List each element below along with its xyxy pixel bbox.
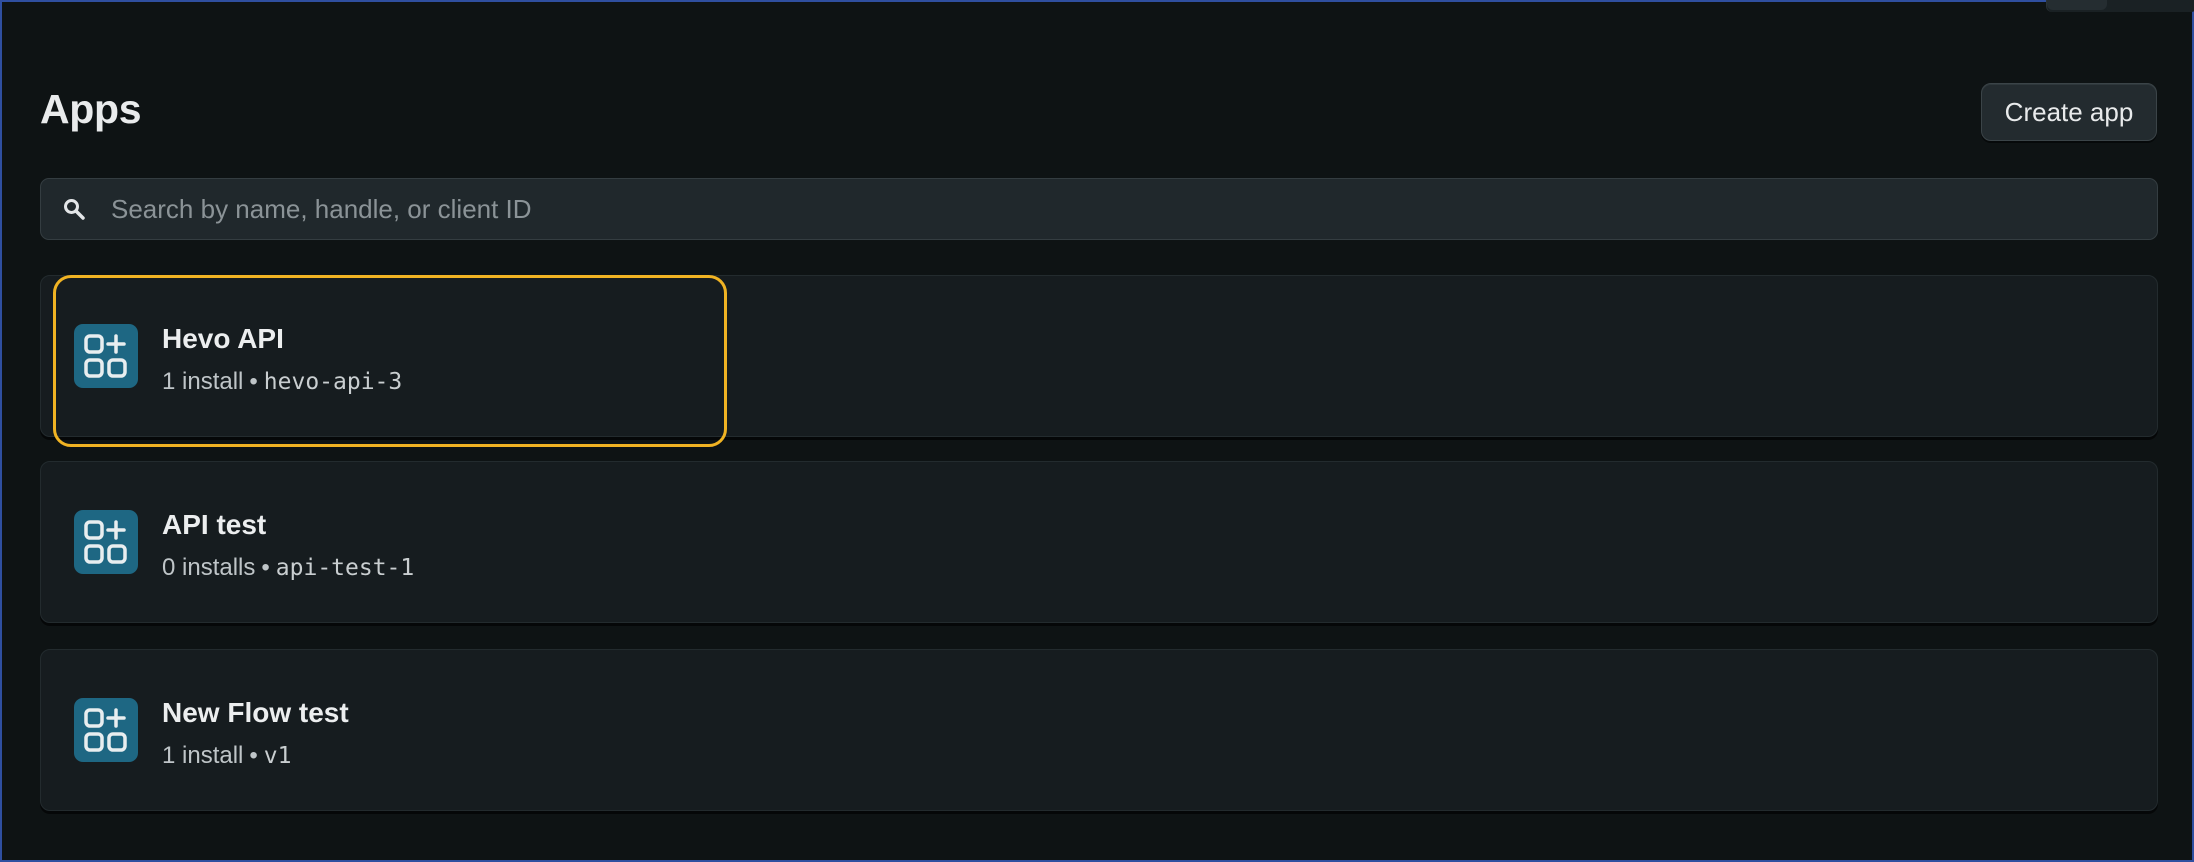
page-title: Apps <box>40 86 142 132</box>
app-handle: api-test-1 <box>275 555 415 581</box>
meta-separator: • <box>261 554 270 581</box>
app-meta: 1 install • hevo-api-3 <box>162 368 402 396</box>
app-grid-plus-icon <box>74 510 138 574</box>
app-meta: 1 install • v1 <box>162 742 291 770</box>
install-count: 1 install <box>162 368 244 395</box>
create-app-button[interactable]: Create app <box>1981 83 2157 141</box>
install-count: 1 install <box>162 742 244 769</box>
app-card-hevo-api[interactable]: Hevo API 1 install • hevo-api-3 <box>40 275 2158 437</box>
app-handle: v1 <box>263 743 292 769</box>
meta-separator: • <box>249 742 258 769</box>
meta-separator: • <box>249 368 258 395</box>
app-name: Hevo API <box>162 323 284 354</box>
top-tab-fragment <box>2046 0 2194 12</box>
app-grid-plus-icon <box>74 324 138 388</box>
app-meta: 0 installs • api-test-1 <box>162 554 414 582</box>
install-count: 0 installs <box>162 554 256 581</box>
search-bar[interactable] <box>40 178 2158 240</box>
app-name: API test <box>162 509 267 540</box>
app-grid-plus-icon <box>74 698 138 762</box>
app-name: New Flow test <box>162 697 349 728</box>
search-input[interactable] <box>109 192 2157 226</box>
app-card-new-flow-test[interactable]: New Flow test 1 install • v1 <box>40 649 2158 811</box>
search-icon <box>61 196 87 222</box>
app-handle: hevo-api-3 <box>263 369 403 395</box>
app-card-api-test[interactable]: API test 0 installs • api-test-1 <box>40 461 2158 623</box>
